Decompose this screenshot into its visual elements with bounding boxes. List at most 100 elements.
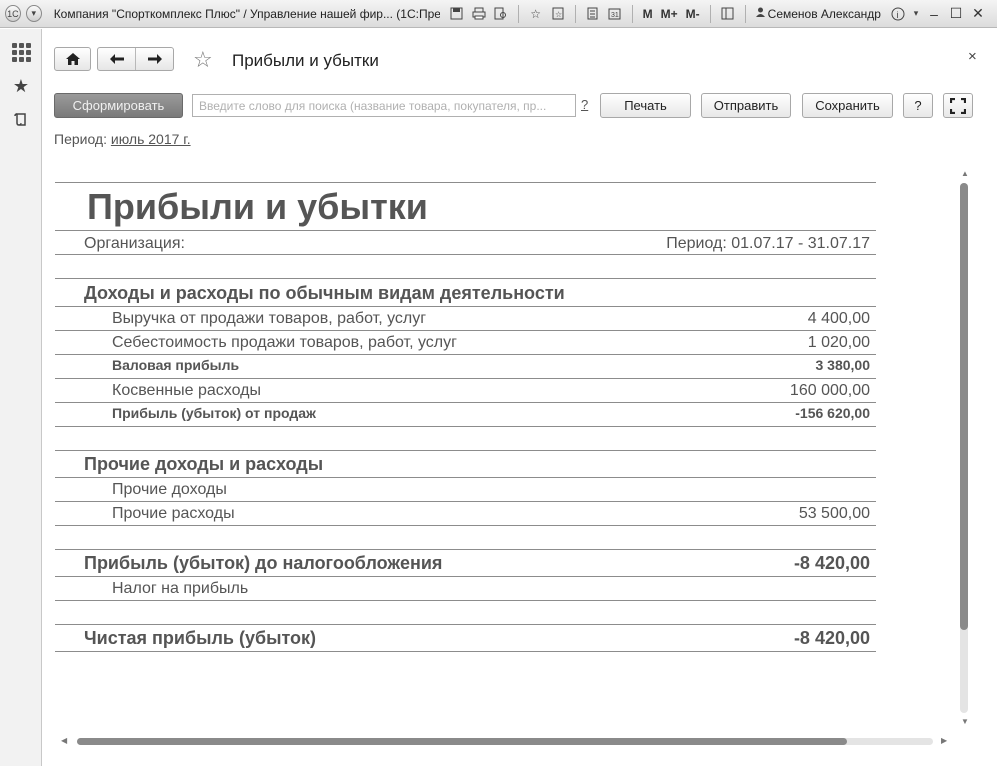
history-icon[interactable]: ☆ bbox=[549, 5, 567, 23]
other-expense-value: 53 500,00 bbox=[798, 505, 870, 522]
net-profit-label: Чистая прибыль (убыток) bbox=[84, 628, 317, 648]
arrow-right-icon bbox=[147, 54, 162, 64]
report-rule bbox=[55, 651, 876, 652]
report-rule bbox=[55, 549, 876, 550]
info-dropdown-icon[interactable]: ▾ bbox=[911, 5, 921, 23]
add-to-favorites-star-icon[interactable]: ☆ bbox=[193, 47, 213, 73]
generate-button[interactable]: Сформировать bbox=[54, 93, 183, 118]
app-logo-icon[interactable]: 1С bbox=[5, 5, 21, 22]
memory-m-button[interactable]: M bbox=[643, 7, 653, 21]
vertical-scroll-thumb[interactable] bbox=[960, 183, 968, 630]
send-button[interactable]: Отправить bbox=[701, 93, 791, 118]
arrow-left-icon bbox=[109, 54, 124, 64]
scroll-down-icon[interactable]: ▼ bbox=[961, 717, 969, 726]
report-rule bbox=[55, 624, 876, 625]
revenue-label: Выручка от продажи товаров, работ, услуг bbox=[112, 310, 427, 327]
search-help-link[interactable]: ? bbox=[581, 97, 588, 112]
scroll-right-icon[interactable]: ▶ bbox=[941, 736, 947, 745]
user-name: Семенов Александр bbox=[767, 6, 881, 21]
memory-plus-button[interactable]: M+ bbox=[661, 7, 678, 21]
svg-text:☆: ☆ bbox=[555, 10, 562, 19]
report-rule bbox=[55, 254, 876, 255]
save-icon[interactable] bbox=[448, 5, 466, 23]
help-button[interactable]: ? bbox=[903, 93, 933, 118]
report-rule bbox=[55, 426, 876, 427]
preview-icon[interactable] bbox=[492, 5, 510, 23]
cost-label: Себестоимость продажи товаров, работ, ус… bbox=[112, 334, 457, 351]
section-other-income-expenses: Прочие доходы и расходы bbox=[84, 454, 324, 474]
report-rule bbox=[55, 402, 876, 403]
report-rule bbox=[55, 525, 876, 526]
report-rule bbox=[55, 306, 876, 307]
report-period: Период: 01.07.17 - 31.07.17 bbox=[666, 235, 870, 252]
panel-layout-icon[interactable] bbox=[719, 5, 737, 23]
fullscreen-button[interactable] bbox=[943, 93, 973, 118]
report-rule bbox=[55, 354, 876, 355]
report-rule bbox=[55, 450, 876, 451]
report-rule bbox=[55, 477, 876, 478]
user-icon bbox=[755, 7, 765, 20]
vertical-scrollbar[interactable]: ▲ ▼ bbox=[960, 169, 969, 729]
toolbar-separator bbox=[631, 4, 633, 23]
search-input[interactable] bbox=[192, 94, 576, 117]
report-rule bbox=[55, 378, 876, 379]
minimize-icon[interactable]: – bbox=[923, 6, 945, 22]
favorites-add-icon[interactable]: ☆ bbox=[527, 5, 545, 23]
indirect-expenses-label: Косвенные расходы bbox=[112, 382, 261, 399]
period-selector: Период: июль 2017 г. bbox=[54, 131, 191, 147]
sales-profit-label: Прибыль (убыток) от продаж bbox=[112, 405, 316, 421]
toolbar-separator bbox=[517, 4, 519, 23]
other-income-label: Прочие доходы bbox=[112, 481, 227, 498]
gross-profit-value: 3 380,00 bbox=[815, 357, 871, 373]
net-profit-value: -8 420,00 bbox=[793, 628, 870, 648]
window-titlebar: 1С ▾ Компания "Спорткомплекс Плюс" / Упр… bbox=[0, 0, 997, 28]
window-title: Компания "Спорткомплекс Плюс" / Управлен… bbox=[53, 6, 440, 21]
toolbar-separator bbox=[744, 4, 746, 23]
revenue-value: 4 400,00 bbox=[807, 310, 870, 327]
window-controls: – ☐ ✕ bbox=[923, 5, 989, 22]
print-icon[interactable] bbox=[470, 5, 488, 23]
title-toolbar: ☆ ☆ 31 M M+ M- Семенов Александр i ▾ bbox=[446, 4, 923, 23]
other-expense-label: Прочие расходы bbox=[112, 505, 235, 522]
scroll-left-icon[interactable]: ◀ bbox=[61, 736, 67, 745]
indirect-expenses-value: 160 000,00 bbox=[789, 382, 870, 399]
scroll-up-icon[interactable]: ▲ bbox=[961, 169, 969, 178]
home-icon bbox=[65, 53, 80, 65]
section-ordinary-activities: Доходы и расходы по обычным видам деятел… bbox=[84, 283, 565, 303]
maximize-icon[interactable]: ☐ bbox=[945, 5, 967, 22]
memory-minus-button[interactable]: M- bbox=[686, 7, 700, 21]
back-button[interactable] bbox=[98, 48, 135, 70]
report-rule bbox=[55, 230, 876, 231]
pretax-profit-label: Прибыль (убыток) до налогообложения bbox=[84, 553, 443, 573]
horizontal-scroll-thumb[interactable] bbox=[77, 738, 847, 745]
close-window-icon[interactable]: ✕ bbox=[967, 5, 989, 22]
cost-value: 1 020,00 bbox=[807, 334, 870, 351]
gross-profit-label: Валовая прибыль bbox=[112, 357, 240, 373]
left-sidebar: ★ bbox=[0, 29, 42, 766]
favorites-icon[interactable]: ★ bbox=[0, 69, 42, 103]
home-button[interactable] bbox=[54, 47, 91, 71]
forward-button[interactable] bbox=[135, 48, 173, 70]
history-nav bbox=[97, 47, 174, 71]
page-title: Прибыли и убытки bbox=[232, 51, 379, 70]
report-rule bbox=[55, 182, 876, 183]
calendar-icon[interactable]: 31 bbox=[606, 5, 624, 23]
history-panel-icon[interactable] bbox=[0, 103, 42, 137]
period-link[interactable]: июль 2017 г. bbox=[111, 131, 191, 147]
horizontal-scrollbar[interactable]: ◀ ▶ bbox=[59, 736, 951, 746]
current-user[interactable]: Семенов Александр bbox=[755, 6, 881, 21]
toolbar-separator bbox=[709, 4, 711, 23]
report-title: Прибыли и убытки bbox=[87, 186, 428, 227]
main-menu-icon[interactable]: ▾ bbox=[25, 5, 42, 22]
report-rule bbox=[55, 330, 876, 331]
calculator-icon[interactable] bbox=[584, 5, 602, 23]
sections-menu-icon[interactable] bbox=[0, 35, 42, 69]
report-rule bbox=[55, 278, 876, 279]
report-rule bbox=[55, 600, 876, 601]
close-form-icon[interactable]: × bbox=[968, 48, 977, 65]
save-button[interactable]: Сохранить bbox=[802, 93, 893, 118]
svg-text:31: 31 bbox=[611, 12, 619, 19]
info-icon[interactable]: i bbox=[889, 5, 907, 23]
main-area: ☆ Прибыли и убытки × Сформировать ? Печа… bbox=[43, 29, 997, 766]
print-button[interactable]: Печать bbox=[600, 93, 691, 118]
